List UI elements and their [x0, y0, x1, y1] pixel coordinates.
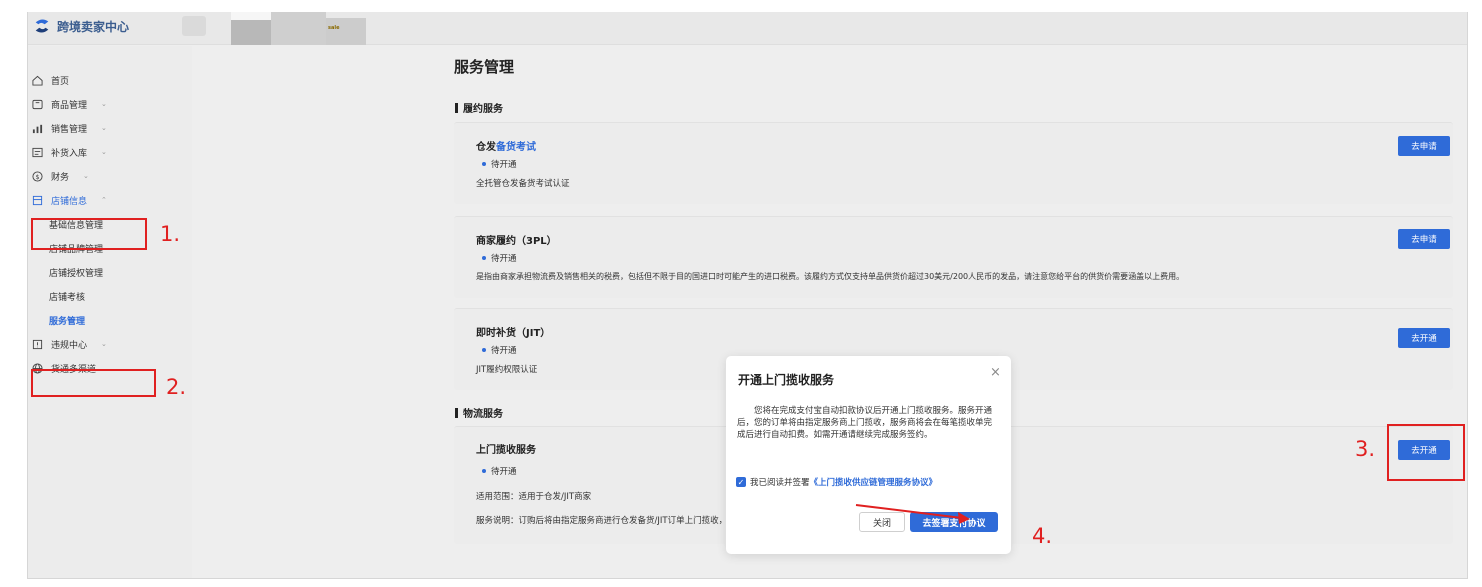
card-title: 商家履约（3PL）	[476, 236, 557, 247]
card-description: 全托管仓发备货考试认证	[476, 179, 570, 189]
sidebar-item-sales[interactable]: 销售管理 ⌄	[28, 116, 107, 140]
annotation-step4: 4.	[1032, 524, 1053, 548]
sidebar-item-inbound[interactable]: 补货入库 ⌄	[28, 140, 107, 164]
close-icon[interactable]: ×	[990, 365, 1001, 380]
sidebar-item-label: 补货入库	[51, 148, 88, 159]
sidebar-item-home[interactable]: 首页	[28, 68, 69, 92]
card-description: 是指由商家承担物流费及销售相关的税费，包括但不限于目的国进口时可能产生的进口税费…	[476, 272, 1185, 281]
sidebar-item-label: 店铺信息	[51, 196, 88, 207]
logo[interactable]: 跨境卖家中心	[33, 17, 129, 35]
chevron-down-icon: ⌄	[83, 172, 89, 180]
sidebar-item-violations[interactable]: 违规中心 ⌄	[28, 332, 107, 356]
inbound-icon	[31, 146, 44, 159]
annotation-step3: 3.	[1355, 437, 1376, 461]
chevron-up-icon: ⌃	[101, 196, 107, 204]
card-title: 仓发备货考试	[476, 142, 536, 153]
sidebar-item-label: 首页	[51, 76, 70, 87]
sign-payment-agreement-button[interactable]: 去签署支付协议	[910, 512, 998, 532]
sidebar: 首页 商品管理 ⌄ 销售管理 ⌄ 补货入库 ⌄ $ 财务 ⌄ 店铺信息 ⌃ 基础…	[28, 46, 192, 578]
sidebar-subitem-assessment[interactable]: 店铺考核	[49, 284, 85, 308]
sidebar-item-label: 财务	[51, 172, 70, 183]
app-switcher-icon[interactable]	[182, 16, 206, 36]
agreement-label: 我已阅读并签署	[750, 478, 810, 488]
chevron-down-icon: ⌄	[101, 340, 107, 348]
section-title-logistics: 物流服务	[455, 405, 503, 420]
annotation-box-step2	[31, 369, 156, 397]
annotation-box-step3	[1387, 424, 1465, 481]
sidebar-item-products[interactable]: 商品管理 ⌄	[28, 92, 107, 116]
dialog-title: 开通上门揽收服务	[738, 373, 835, 387]
activate-button-jit[interactable]: 去开通	[1398, 328, 1450, 348]
logo-text: 跨境卖家中心	[57, 19, 130, 34]
violation-icon	[31, 338, 44, 351]
chevron-down-icon: ⌄	[101, 124, 107, 132]
service-card-warehouse-exam: 仓发备货考试 待开通 全托管仓发备货考试认证	[454, 122, 1453, 204]
annotation-step1: 1.	[160, 222, 181, 246]
dialog-cancel-button[interactable]: 关闭	[859, 512, 905, 532]
status-badge: 待开通	[482, 344, 517, 356]
agreement-checkbox[interactable]: ✓	[736, 477, 746, 487]
top-bar: 跨境卖家中心 sale	[28, 12, 1467, 45]
finance-icon: $	[31, 170, 44, 183]
store-badge: sale	[328, 25, 340, 31]
section-title-fulfillment: 履约服务	[455, 100, 503, 115]
product-icon	[31, 98, 44, 111]
sidebar-subitem-authorization[interactable]: 店铺授权管理	[49, 260, 103, 284]
agreement-row: ✓ 我已阅读并签署 《上门揽收供应链管理服务协议》	[736, 476, 937, 488]
annotation-box-step1	[31, 218, 147, 250]
apply-button-warehouse-exam[interactable]: 去申请	[1398, 136, 1450, 156]
card-description: JIT履约权限认证	[476, 365, 538, 375]
card-scope: 适用范围：适用于仓发/JIT商家	[476, 492, 592, 502]
dialog-body-text: 您将在完成支付宝自动扣款协议后开通上门揽收服务。服务开通后，您的订单将由指定服务…	[737, 406, 993, 440]
sidebar-subitem-service-management[interactable]: 服务管理	[49, 308, 85, 332]
chevron-down-icon: ⌄	[101, 100, 107, 108]
page-title: 服务管理	[454, 58, 515, 76]
home-icon	[31, 74, 44, 87]
status-badge: 待开通	[482, 158, 517, 170]
sidebar-item-label: 销售管理	[51, 124, 88, 135]
card-title: 即时补货（JIT）	[476, 328, 551, 339]
sidebar-item-finance[interactable]: $ 财务 ⌄	[28, 164, 89, 188]
sidebar-item-label: 商品管理	[51, 100, 88, 111]
card-title: 上门揽收服务	[476, 445, 536, 456]
sidebar-item-store-info[interactable]: 店铺信息 ⌃	[28, 188, 107, 212]
card-description: 服务说明：订购后将由指定服务商进行仓发备货/JIT订单上门揽收，	[476, 516, 728, 526]
agreement-link[interactable]: 《上门揽收供应链管理服务协议》	[810, 476, 938, 488]
sidebar-item-label: 违规中心	[51, 340, 88, 351]
status-badge: 待开通	[482, 465, 517, 477]
pickup-service-dialog: 开通上门揽收服务 × 您将在完成支付宝自动扣款协议后开通上门揽收服务。服务开通后…	[726, 356, 1011, 554]
annotation-step2: 2.	[166, 375, 187, 399]
sales-icon	[31, 122, 44, 135]
blurred-account-info	[231, 12, 366, 45]
store-icon	[31, 194, 44, 207]
status-badge: 待开通	[482, 252, 517, 264]
svg-text:$: $	[35, 172, 39, 180]
chevron-down-icon: ⌄	[101, 148, 107, 156]
apply-button-3pl[interactable]: 去申请	[1398, 229, 1450, 249]
logo-icon	[35, 19, 49, 33]
service-card-3pl: 商家履约（3PL） 待开通 是指由商家承担物流费及销售相关的税费，包括但不限于目…	[454, 216, 1453, 298]
